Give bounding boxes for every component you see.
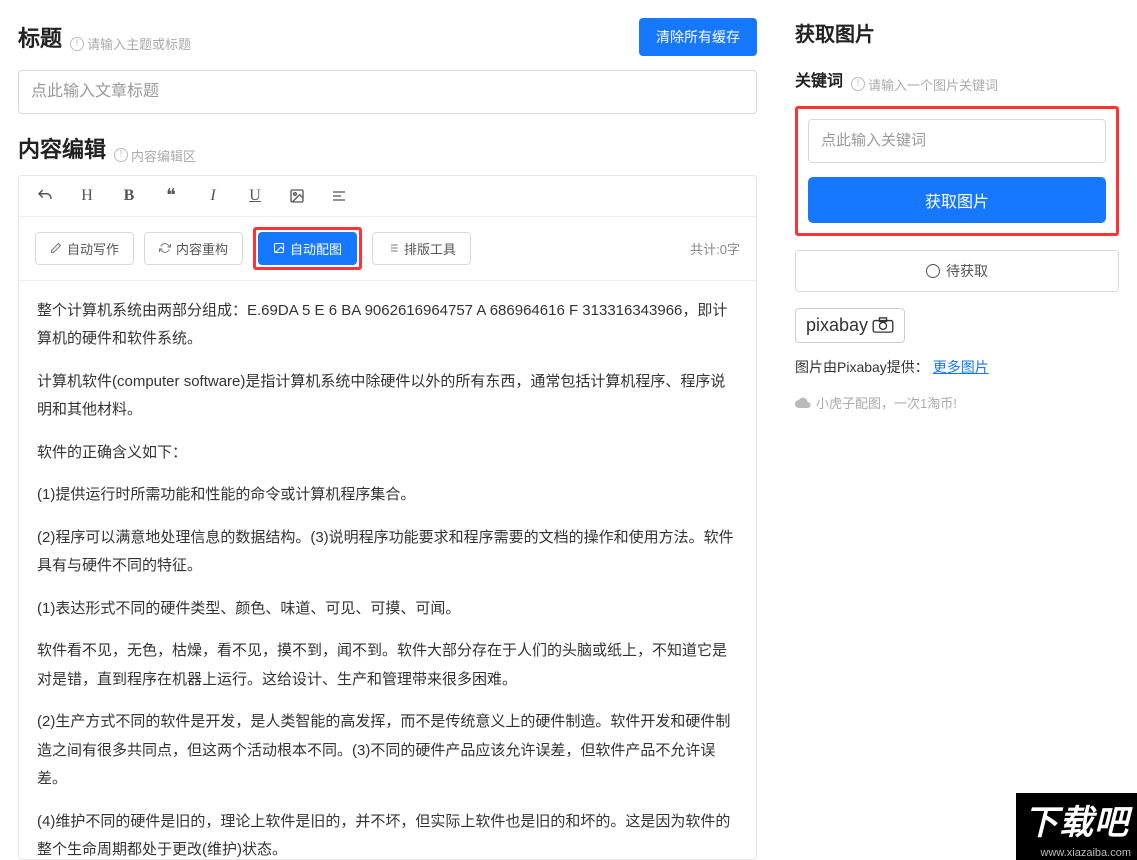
word-count: 共计:0字: [690, 239, 740, 258]
provided-by-line: 图片由Pixabay提供： 更多图片: [795, 357, 1119, 377]
undo-icon[interactable]: [35, 186, 55, 206]
layout-tool-button[interactable]: 排版工具: [372, 232, 471, 265]
fetch-images-button[interactable]: 获取图片: [808, 177, 1106, 223]
bold-icon[interactable]: B: [119, 186, 139, 206]
sidebar-panel: 获取图片 关键词 ! 请输入一个图片关键词 获取图片 待获取 pixabay 图…: [777, 0, 1137, 860]
editor-body[interactable]: 整个计算机系统由两部分组成：E.69DA 5 E 6 BA 9062616964…: [19, 281, 756, 860]
info-icon: !: [114, 148, 128, 162]
title-section-header: 标题 ! 请输入主题或标题 清除所有缓存: [18, 18, 757, 56]
paragraph: 软件的正确含义如下：: [37, 439, 738, 468]
content-section-header: 内容编辑 ! 内容编辑区: [18, 132, 757, 165]
underline-icon[interactable]: U: [245, 186, 265, 206]
cloud-icon: [795, 396, 811, 408]
quote-icon[interactable]: ❝: [161, 186, 181, 206]
italic-icon[interactable]: I: [203, 186, 223, 206]
action-toolbar: 自动写作 内容重构 自动配图 排版工具: [19, 217, 756, 281]
keyword-input[interactable]: [808, 119, 1106, 163]
refresh-icon: [159, 242, 171, 254]
camera-icon: [872, 317, 894, 333]
auto-write-button[interactable]: 自动写作: [35, 232, 134, 265]
picture-icon: [273, 242, 285, 254]
pencil-icon: [50, 242, 62, 254]
paragraph: (1)表达形式不同的硬件类型、颜色、味道、可见、可摸、可闻。: [37, 595, 738, 624]
align-left-icon[interactable]: [329, 186, 349, 206]
footer-note: 小虎子配图，一次1淘币!: [795, 393, 1119, 412]
image-icon[interactable]: [287, 186, 307, 206]
paragraph: (1)提供运行时所需功能和性能的命令或计算机程序集合。: [37, 481, 738, 510]
paragraph: 软件看不见，无色，枯燥，看不见，摸不到，闻不到。软件大部分存在于人们的头脑或纸上…: [37, 637, 738, 694]
info-icon: !: [70, 37, 84, 51]
circle-icon: [926, 264, 940, 278]
watermark-text: 下载吧: [1016, 793, 1137, 846]
paragraph: (4)维护不同的硬件是旧的，理论上软件是旧的，并不坏，但实际上软件也是旧的和坏的…: [37, 808, 738, 860]
format-toolbar: H B ❝ I U: [19, 176, 756, 217]
title-label: 标题: [18, 21, 62, 53]
keyword-hint: ! 请输入一个图片关键词: [851, 75, 998, 94]
paragraph: (2)生产方式不同的软件是开发，是人类智能的高发挥，而不是传统意义上的硬件制造。…: [37, 708, 738, 794]
pixabay-badge: pixabay: [795, 308, 905, 343]
keyword-highlight-box: 获取图片: [795, 106, 1119, 236]
editor-card: H B ❝ I U 自动写作: [18, 175, 757, 860]
content-edit-label: 内容编辑: [18, 132, 106, 164]
article-title-input[interactable]: [18, 70, 757, 114]
watermark: 下载吧 www.xiazaiba.com: [1016, 793, 1137, 860]
paragraph: 计算机软件(computer software)是指计算机系统中除硬件以外的所有…: [37, 368, 738, 425]
main-panel: 标题 ! 请输入主题或标题 清除所有缓存 内容编辑 ! 内容编辑区: [0, 0, 777, 860]
heading-icon[interactable]: H: [77, 186, 97, 206]
paragraph: (2)程序可以满意地处理信息的数据结构。(3)说明程序功能要求和程序需要的文档的…: [37, 524, 738, 581]
content-restructure-button[interactable]: 内容重构: [144, 232, 243, 265]
watermark-link: www.xiazaiba.com: [1016, 846, 1137, 860]
info-icon: !: [851, 77, 865, 91]
more-images-link[interactable]: 更多图片: [933, 359, 989, 375]
auto-image-button[interactable]: 自动配图: [258, 232, 357, 265]
keyword-header: 关键词 ! 请输入一个图片关键词: [795, 67, 1119, 94]
clear-cache-button[interactable]: 清除所有缓存: [639, 18, 757, 56]
keyword-label: 关键词: [795, 67, 843, 91]
paragraph: 整个计算机系统由两部分组成：E.69DA 5 E 6 BA 9062616964…: [37, 297, 738, 354]
sidebar-title: 获取图片: [795, 18, 1119, 47]
content-hint: ! 内容编辑区: [114, 146, 196, 165]
pending-button[interactable]: 待获取: [795, 250, 1119, 292]
title-hint: ! 请输入主题或标题: [70, 34, 191, 53]
auto-image-highlight: 自动配图: [253, 227, 362, 270]
layout-icon: [387, 242, 399, 254]
